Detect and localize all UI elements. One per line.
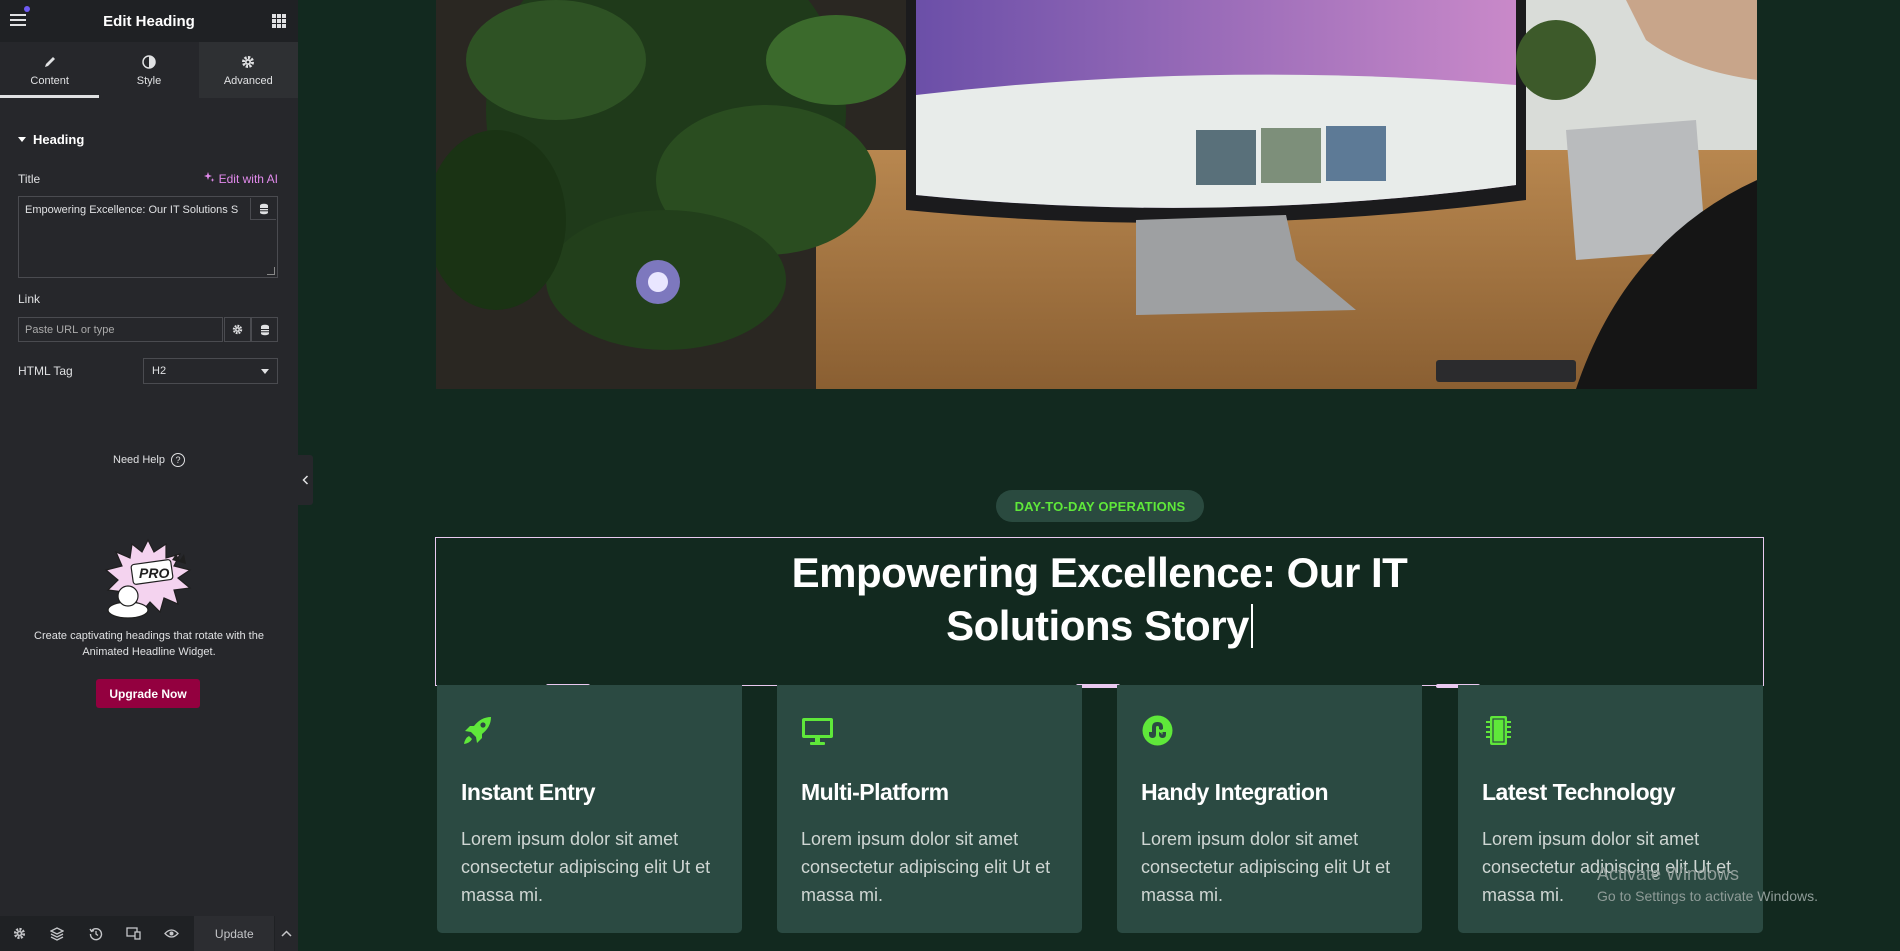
card-body: Lorem ipsum dolor sit amet consectetur a…	[801, 829, 1051, 905]
resize-handle[interactable]	[267, 267, 275, 275]
tab-label: Style	[136, 74, 162, 87]
upgrade-now-button[interactable]: Upgrade Now	[96, 679, 200, 708]
panel-tabs: Content Style Advanced	[0, 42, 298, 98]
heading-line-2-text: Solutions Story	[946, 602, 1249, 649]
monitor-icon	[801, 714, 834, 747]
section-badge: DAY-TO-DAY OPERATIONS	[996, 490, 1204, 522]
link-url-input[interactable]: Paste URL or type	[18, 317, 223, 342]
watermark-title: Activate Windows	[1597, 864, 1740, 884]
html-tag-label: HTML Tag	[18, 364, 73, 378]
text-cursor	[1250, 604, 1253, 648]
chevron-down-icon	[261, 368, 269, 374]
feature-card: Multi-Platform Lorem ipsum dolor sit ame…	[777, 685, 1082, 933]
html-tag-value: H2	[152, 365, 167, 377]
preview-eye-icon[interactable]	[153, 916, 191, 951]
heading-line-2: Solutions Story	[436, 599, 1763, 652]
panel-footer: Update	[0, 916, 298, 951]
card-body: Lorem ipsum dolor sit amet consectetur a…	[461, 829, 711, 905]
card-body: Lorem ipsum dolor sit amet consectetur a…	[1141, 829, 1391, 905]
tab-style[interactable]: Style	[99, 42, 199, 98]
title-label: Title	[18, 172, 41, 186]
gear-icon	[240, 54, 256, 70]
tab-label: Content	[30, 74, 69, 87]
update-button[interactable]: Update	[194, 916, 275, 951]
tab-label: Advanced	[223, 74, 273, 87]
promo-text: Create captivating headings that rotate …	[34, 630, 264, 658]
link-dynamic-tags-icon[interactable]	[251, 317, 278, 342]
edit-with-ai-label: Edit with AI	[218, 172, 278, 186]
resize-handle-middle[interactable]	[1076, 684, 1120, 688]
tab-advanced[interactable]: Advanced	[198, 42, 298, 98]
rocket-icon	[461, 714, 494, 747]
need-help-label: Need Help	[113, 454, 165, 466]
dynamic-tags-icon[interactable]	[250, 198, 276, 220]
ai-sparkle-icon	[203, 172, 215, 186]
heading-widget[interactable]: Empowering Excellence: Our IT Solutions …	[435, 537, 1764, 688]
section-title: Heading	[33, 132, 85, 147]
title-value: Empowering Excellence: Our IT Solutions …	[25, 204, 239, 216]
pro-illustration-icon: PRO	[98, 538, 198, 620]
watermark-subtitle: Go to Settings to activate Windows.	[1597, 888, 1818, 904]
collapse-panel-button[interactable]	[298, 455, 313, 505]
need-help-link[interactable]: Need Help ?	[0, 453, 298, 467]
question-icon: ?	[170, 453, 185, 467]
card-title: Handy Integration	[1141, 779, 1329, 805]
office-desk-photo	[436, 0, 1757, 389]
panel-header: Edit Heading	[0, 0, 298, 42]
heading-line-1: Empowering Excellence: Our IT	[791, 549, 1408, 596]
hamburger-menu-icon[interactable]	[10, 14, 26, 28]
card-title: Latest Technology	[1482, 779, 1676, 805]
editor-panel: Edit Heading Content Style Advanced Head…	[0, 0, 298, 951]
responsive-mode-icon[interactable]	[115, 916, 153, 951]
title-textarea[interactable]: Empowering Excellence: Our IT Solutions …	[18, 196, 278, 278]
html-tag-select[interactable]: H2	[143, 358, 278, 384]
windows-activation-watermark: Activate Windows Go to Settings to activ…	[1597, 864, 1818, 904]
caret-down-icon	[18, 137, 26, 142]
card-title: Instant Entry	[461, 779, 596, 805]
stumbleupon-icon	[1141, 714, 1174, 747]
widgets-grid-icon[interactable]	[272, 14, 286, 28]
contrast-icon	[141, 54, 157, 70]
chevron-up-icon[interactable]	[274, 916, 298, 951]
link-options-gear-icon[interactable]	[224, 317, 251, 342]
card-title: Multi-Platform	[801, 779, 949, 805]
feature-card: Instant Entry Lorem ipsum dolor sit amet…	[437, 685, 742, 933]
link-label: Link	[18, 292, 41, 306]
panel-title: Edit Heading	[103, 12, 195, 30]
notification-dot	[24, 6, 30, 12]
history-icon[interactable]	[76, 916, 114, 951]
pro-badge-text: PRO	[139, 565, 170, 581]
navigator-layers-icon[interactable]	[38, 916, 76, 951]
chevron-left-icon	[302, 475, 309, 485]
hero-image	[436, 0, 1757, 389]
section-toggle-heading[interactable]: Heading	[18, 132, 84, 147]
feature-card: Handy Integration Lorem ipsum dolor sit …	[1117, 685, 1422, 933]
edit-with-ai-button[interactable]: Edit with AI	[203, 172, 278, 186]
link-placeholder: Paste URL or type	[25, 323, 115, 336]
tab-content[interactable]: Content	[0, 42, 100, 98]
settings-gear-icon[interactable]	[0, 916, 38, 951]
page-heading[interactable]: Empowering Excellence: Our IT Solutions …	[436, 546, 1763, 652]
pencil-icon	[42, 54, 58, 70]
chip-icon	[1482, 714, 1515, 747]
